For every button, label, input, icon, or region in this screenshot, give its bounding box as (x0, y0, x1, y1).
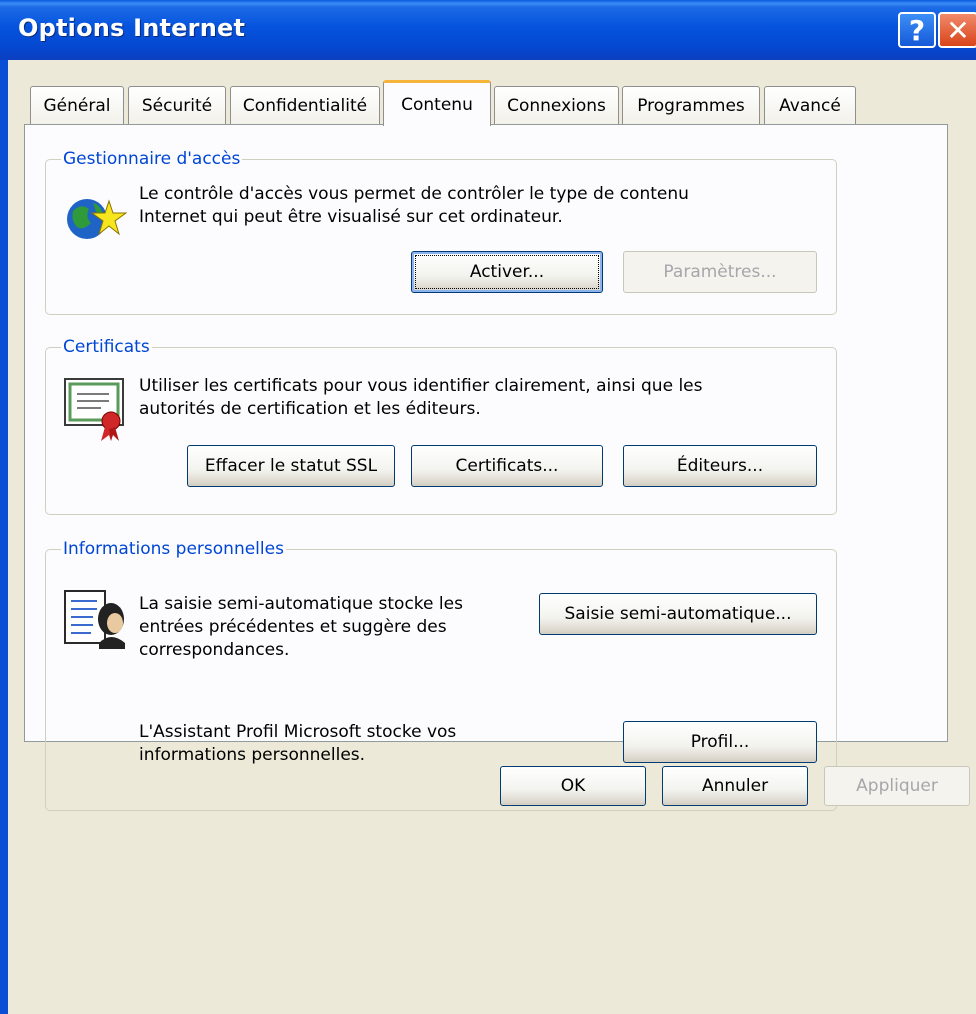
tab-connections[interactable]: Connexions (494, 86, 619, 124)
profile-button[interactable]: Profil... (623, 721, 817, 763)
certificates-group (45, 347, 837, 515)
tab-privacy[interactable]: Confidentialité (230, 86, 380, 124)
autocomplete-desc-2: entrées précédentes et suggère des (139, 617, 447, 637)
apply-button[interactable]: Appliquer (824, 766, 970, 806)
settings-button[interactable]: Paramètres... (623, 251, 817, 293)
content-advisor-desc-1: Le contrôle d'accès vous permet de contr… (139, 184, 689, 204)
enable-button[interactable]: Activer... (411, 251, 603, 293)
globe-star-icon (67, 199, 127, 239)
certificates-button[interactable]: Certificats... (411, 445, 603, 487)
ok-button[interactable]: OK (500, 766, 646, 806)
tab-programs[interactable]: Programmes (622, 86, 760, 124)
profile-desc-1: L'Assistant Profil Microsoft stocke vos (139, 722, 457, 742)
profile-desc-2: informations personnelles. (139, 745, 366, 765)
close-icon[interactable]: ✕ (938, 12, 976, 48)
content-advisor-desc-2: Internet qui peut être visualisé sur cet… (139, 207, 563, 227)
tab-advanced[interactable]: Avancé (764, 86, 856, 124)
certificates-title: Certificats (61, 337, 152, 357)
certificate-icon (64, 378, 124, 441)
window-frame (0, 60, 8, 1014)
autocomplete-button[interactable]: Saisie semi-automatique... (539, 593, 817, 635)
certificates-desc-1: Utiliser les certificats pour vous ident… (139, 376, 703, 396)
personal-info-title: Informations personnelles (61, 539, 286, 559)
tab-general[interactable]: Général (30, 86, 124, 124)
tab-panel-content: Gestionnaire d'accès Le contrôle d'accès… (24, 124, 948, 811)
clear-ssl-button[interactable]: Effacer le statut SSL (187, 445, 395, 487)
autocomplete-icon (64, 590, 125, 649)
content-advisor-title: Gestionnaire d'accès (61, 149, 243, 169)
window-title: Options Internet (18, 14, 246, 42)
help-icon[interactable]: ? (898, 12, 936, 48)
tab-content[interactable]: Contenu (383, 80, 491, 126)
cancel-button[interactable]: Annuler (662, 766, 808, 806)
autocomplete-desc-3: correspondances. (139, 640, 290, 660)
title-bar[interactable]: Options Internet ? ✕ (0, 0, 976, 60)
tab-security[interactable]: Sécurité (128, 86, 226, 124)
publishers-button[interactable]: Éditeurs... (623, 445, 817, 487)
autocomplete-desc-1: La saisie semi-automatique stocke les (139, 594, 463, 614)
certificates-desc-2: autorités de certification et les éditeu… (139, 399, 481, 419)
